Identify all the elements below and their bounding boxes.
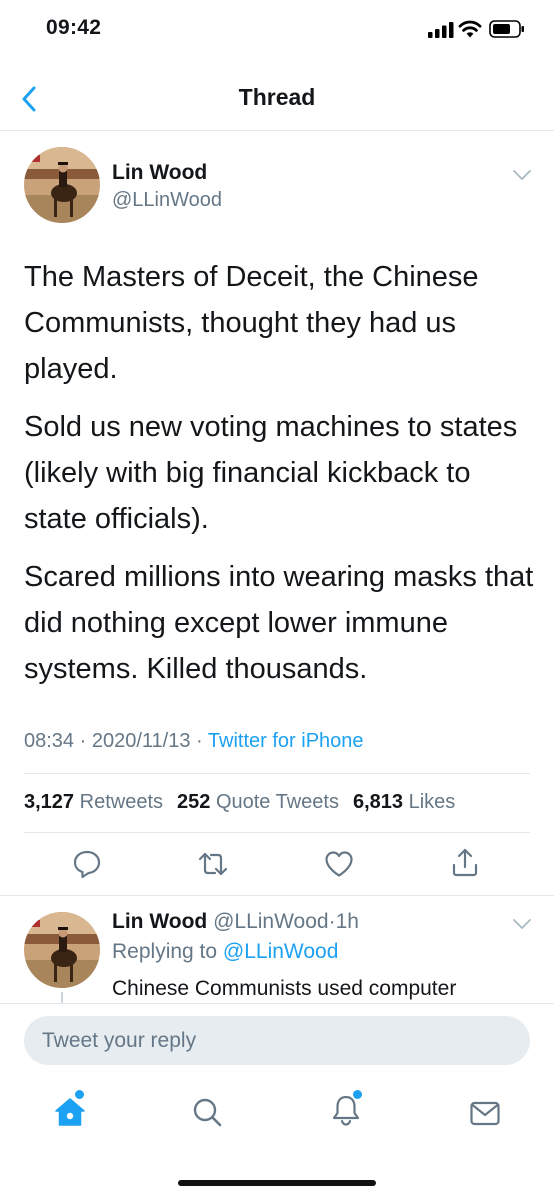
separator: · [328,910,336,933]
home-indicator[interactable] [178,1180,376,1186]
battery-icon [489,20,524,38]
reply-author-name[interactable]: Lin Wood [112,910,207,933]
reply-text: Chinese Communists used computer [112,977,457,1000]
likes-label: Likes [408,791,456,813]
home-notification-dot [75,1090,84,1099]
divider [24,832,530,833]
separator: · [196,730,203,752]
reply-icon[interactable] [71,848,103,880]
replying-to-line: Replying to @LLinWood [112,940,338,964]
chevron-down-icon[interactable] [512,168,532,182]
share-icon[interactable] [449,846,481,878]
author-name[interactable]: Lin Wood [112,161,207,185]
tweet-metadata: 08:34 · 2020/11/13 · Twitter for iPhone [24,730,364,753]
reply-header: Lin Wood @LLinWood·1h [112,910,359,934]
tweet-text-paragraph: Sold us new voting machines to states (l… [24,411,518,535]
retweet-icon[interactable] [197,848,229,880]
tweet-text-paragraph: Scared millions into wearing masks that … [24,561,534,685]
replying-to-link[interactable]: @LLinWood [223,940,339,963]
wifi-icon [458,20,482,38]
author-handle[interactable]: @LLinWood [112,189,222,212]
chevron-down-icon[interactable] [512,917,532,931]
status-time: 09:42 [46,16,102,39]
reply-age: 1h [335,910,359,933]
retweets-count: 3,127 [24,791,75,813]
search-icon[interactable] [190,1095,224,1129]
quote-tweets-count: 252 [177,791,211,813]
tweet-stats: 3,127 Retweets 252 Quote Tweets 6,813 Like… [24,791,469,814]
divider [24,773,530,774]
separator: · [79,730,87,752]
avatar[interactable] [24,147,100,223]
tweet-text-paragraph: The Masters of Deceit, the Chinese Commu… [24,261,479,385]
messages-icon[interactable] [468,1097,502,1131]
home-icon[interactable] [53,1095,87,1129]
reply-input[interactable] [24,1016,530,1065]
likes-count: 6,813 [352,791,404,813]
reply-author-handle[interactable]: @LLinWood [213,910,329,933]
page-title: Thread [238,84,316,110]
likes-stat[interactable]: 6,813 Likes [353,791,455,813]
avatar[interactable] [24,912,100,988]
notifications-dot [353,1090,362,1099]
quote-tweets-stat[interactable]: 252 Quote Tweets [177,791,339,813]
replying-to-label: Replying to [112,940,218,963]
tweet-source-link[interactable]: Twitter for iPhone [208,730,364,752]
like-icon[interactable] [323,848,355,880]
cellular-signal-icon [428,22,454,38]
retweets-label: Retweets [79,791,163,813]
tweet-date: 2020/11/13 [91,730,191,752]
retweets-stat[interactable]: 3,127 Retweets [24,791,163,813]
tweet-time: 08:34 [24,730,75,752]
nav-divider [0,130,554,131]
divider [0,895,554,896]
quote-tweets-label: Quote Tweets [215,791,339,813]
